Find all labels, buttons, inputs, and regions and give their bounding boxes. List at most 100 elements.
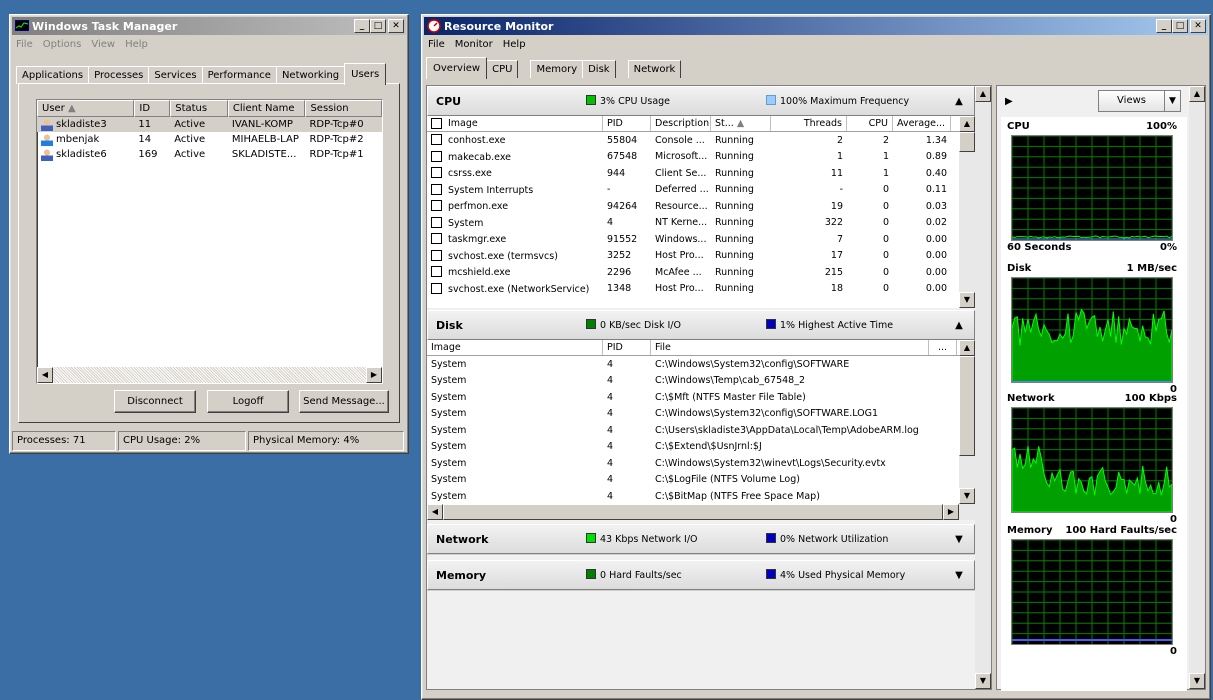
col-client-name[interactable]: Client Name	[227, 100, 306, 117]
table-row[interactable]: System 4 NT Kerne... Running 322 0 0.02	[427, 215, 975, 232]
disk-horizontal-scrollbar[interactable]: ◀ ▶	[427, 504, 975, 520]
tab-cpu[interactable]: CPU	[486, 60, 519, 78]
col-threads[interactable]: Threads	[771, 116, 847, 131]
col-status[interactable]: St... ▲	[711, 116, 771, 131]
col-file[interactable]: File	[651, 340, 929, 355]
views-dropdown[interactable]: Views ▼	[1098, 90, 1181, 112]
col-cpu[interactable]: CPU	[847, 116, 893, 131]
table-row[interactable]: svchost.exe (NetworkService) 1348 Host Pro…	[427, 281, 975, 298]
menu-help[interactable]: Help	[125, 39, 148, 52]
close-button[interactable]: ✕	[388, 19, 404, 33]
scroll-up-button[interactable]: ▲	[959, 116, 975, 132]
left-pane-scrollbar[interactable]: ▲ ▼	[975, 86, 991, 689]
col-status[interactable]: Status	[170, 100, 228, 117]
scroll-down-button[interactable]: ▼	[1189, 673, 1205, 689]
table-row[interactable]: System 4 C:\$Extend\$UsnJrnl:$J	[427, 439, 975, 456]
expand-right-icon[interactable]: ▶	[1005, 96, 1013, 107]
table-row[interactable]: System 4 C:\Users\skladiste3\AppData\Local…	[427, 422, 975, 439]
tab-overview[interactable]: Overview	[426, 57, 488, 79]
table-row[interactable]: makecab.exe 67548 Microsoft... Running 1 1 0.8…	[427, 149, 975, 166]
tab-services[interactable]: Services	[148, 66, 203, 84]
scroll-thumb[interactable]	[959, 132, 975, 152]
send-message-button[interactable]: Send Message...	[299, 390, 389, 413]
scroll-thumb[interactable]	[959, 356, 975, 456]
expand-arrow-icon[interactable]: ▼	[952, 534, 966, 545]
logoff-button[interactable]: Logoff	[207, 390, 289, 413]
process-checkbox[interactable]	[431, 167, 442, 179]
scroll-right-button[interactable]: ▶	[943, 504, 959, 520]
col-average-cpu[interactable]: Average...	[893, 116, 951, 131]
cpu-process-table[interactable]: Image PID Description St... ▲ Threads CP…	[427, 116, 975, 308]
disk-table-scrollbar[interactable]: ▲ ▼	[959, 340, 975, 504]
table-row[interactable]: System 4 C:\Windows\Temp\cab_67548_2	[427, 373, 975, 390]
col-image[interactable]: Image	[427, 340, 603, 355]
scroll-up-button[interactable]: ▲	[1189, 86, 1205, 102]
table-row[interactable]: System 4 C:\$Mft (NTFS Master File Table)	[427, 389, 975, 406]
process-checkbox[interactable]	[431, 266, 442, 278]
minimize-button[interactable]: _	[354, 19, 370, 33]
table-row[interactable]: skladiste3 11 Active IVANL-KOMP RDP-Tcp#…	[37, 117, 382, 132]
scroll-down-button[interactable]: ▼	[975, 673, 991, 689]
table-row[interactable]: System 4 C:\$BitMap (NTFS Free Space Map)	[427, 488, 975, 505]
col-more[interactable]: ...	[929, 340, 957, 355]
table-row[interactable]: System 4 C:\Windows\System32\config\SOFTWA…	[427, 406, 975, 423]
expand-arrow-icon[interactable]: ▼	[952, 570, 966, 581]
close-button[interactable]: ✕	[1190, 19, 1206, 33]
process-checkbox[interactable]	[431, 249, 442, 261]
network-section-header[interactable]: Network 43 Kbps Network I/O 0% Network U…	[427, 524, 975, 554]
menu-view[interactable]: View	[91, 39, 115, 52]
select-all-checkbox[interactable]	[431, 118, 442, 129]
col-user[interactable]: User ▲	[37, 100, 135, 117]
memory-section-header[interactable]: Memory 0 Hard Faults/sec 4% Used Physica…	[427, 560, 975, 590]
disk-activity-table[interactable]: Image PID File ... System 4 C:\Windows\Sys…	[427, 340, 975, 520]
graph-pane-scrollbar[interactable]: ▲ ▼	[1189, 86, 1205, 689]
process-checkbox[interactable]	[431, 282, 442, 294]
task-manager-titlebar[interactable]: Windows Task Manager _ □ ✕	[12, 17, 406, 35]
table-row[interactable]: csrss.exe 944 Client Se... Running 11 1 0.40	[427, 165, 975, 182]
col-session[interactable]: Session	[305, 100, 382, 117]
tab-applications[interactable]: Applications	[16, 66, 90, 84]
table-row[interactable]: System 4 C:\$LogFile (NTFS Volume Log)	[427, 472, 975, 489]
minimize-button[interactable]: _	[1156, 19, 1172, 33]
menu-help[interactable]: Help	[503, 39, 526, 52]
process-checkbox[interactable]	[431, 200, 442, 212]
tab-networking[interactable]: Networking	[275, 66, 346, 84]
maximize-button[interactable]: □	[370, 19, 386, 33]
process-checkbox[interactable]	[431, 183, 442, 195]
table-row[interactable]: System 4 C:\Windows\System32\config\SOFTWA…	[427, 356, 975, 373]
tab-network[interactable]: Network	[627, 60, 682, 78]
process-checkbox[interactable]	[431, 134, 442, 146]
col-pid[interactable]: PID	[603, 340, 651, 355]
table-row[interactable]: svchost.exe (termsvcs) 3252 Host Pro... Run…	[427, 248, 975, 265]
table-row[interactable]: System Interrupts - Deferred ... Running -0 0…	[427, 182, 975, 199]
col-id[interactable]: ID	[134, 100, 171, 117]
menu-monitor[interactable]: Monitor	[455, 39, 493, 52]
scroll-left-button[interactable]: ◀	[37, 367, 53, 383]
tab-users[interactable]: Users	[344, 63, 387, 85]
process-checkbox[interactable]	[431, 216, 442, 228]
cpu-section-header[interactable]: CPU 3% CPU Usage 100% Maximum Frequency …	[427, 86, 975, 116]
tab-performance[interactable]: Performance	[201, 66, 277, 84]
scroll-up-button[interactable]: ▲	[959, 340, 975, 356]
table-row[interactable]: taskmgr.exe 91552 Windows... Running 7 0 0.00	[427, 231, 975, 248]
table-row[interactable]: System 4 C:\Windows\System32\winevt\Logs\S…	[427, 455, 975, 472]
collapse-arrow-icon[interactable]: ▲	[952, 320, 966, 331]
tab-disk[interactable]: Disk	[582, 60, 616, 78]
cpu-table-scrollbar[interactable]: ▲ ▼	[959, 116, 975, 308]
tab-processes[interactable]: Processes	[88, 66, 150, 84]
menu-file[interactable]: File	[16, 39, 33, 52]
table-row[interactable]: mcshield.exe 2296 McAfee ... Running 215 0 0.0…	[427, 264, 975, 281]
scroll-down-button[interactable]: ▼	[959, 292, 975, 308]
resource-monitor-titlebar[interactable]: Resource Monitor _ □ ✕	[424, 17, 1208, 35]
maximize-button[interactable]: □	[1172, 19, 1188, 33]
col-pid[interactable]: PID	[603, 116, 651, 131]
table-row[interactable]: conhost.exe 55804 Console ... Running 2 2 1.34	[427, 132, 975, 149]
users-list[interactable]: User ▲ ID Status Client Name Session skl…	[36, 99, 383, 384]
table-row[interactable]: perfmon.exe 94264 Resource... Running 19 0 0.0…	[427, 198, 975, 215]
horizontal-scrollbar[interactable]: ◀ ▶	[37, 367, 382, 383]
menu-options[interactable]: Options	[43, 39, 82, 52]
table-row[interactable]: mbenjak 14 Active MIHAELB-LAP RDP-Tcp#2	[37, 132, 382, 147]
scroll-left-button[interactable]: ◀	[427, 504, 443, 520]
scroll-right-button[interactable]: ▶	[366, 367, 382, 383]
scroll-up-button[interactable]: ▲	[975, 86, 991, 102]
